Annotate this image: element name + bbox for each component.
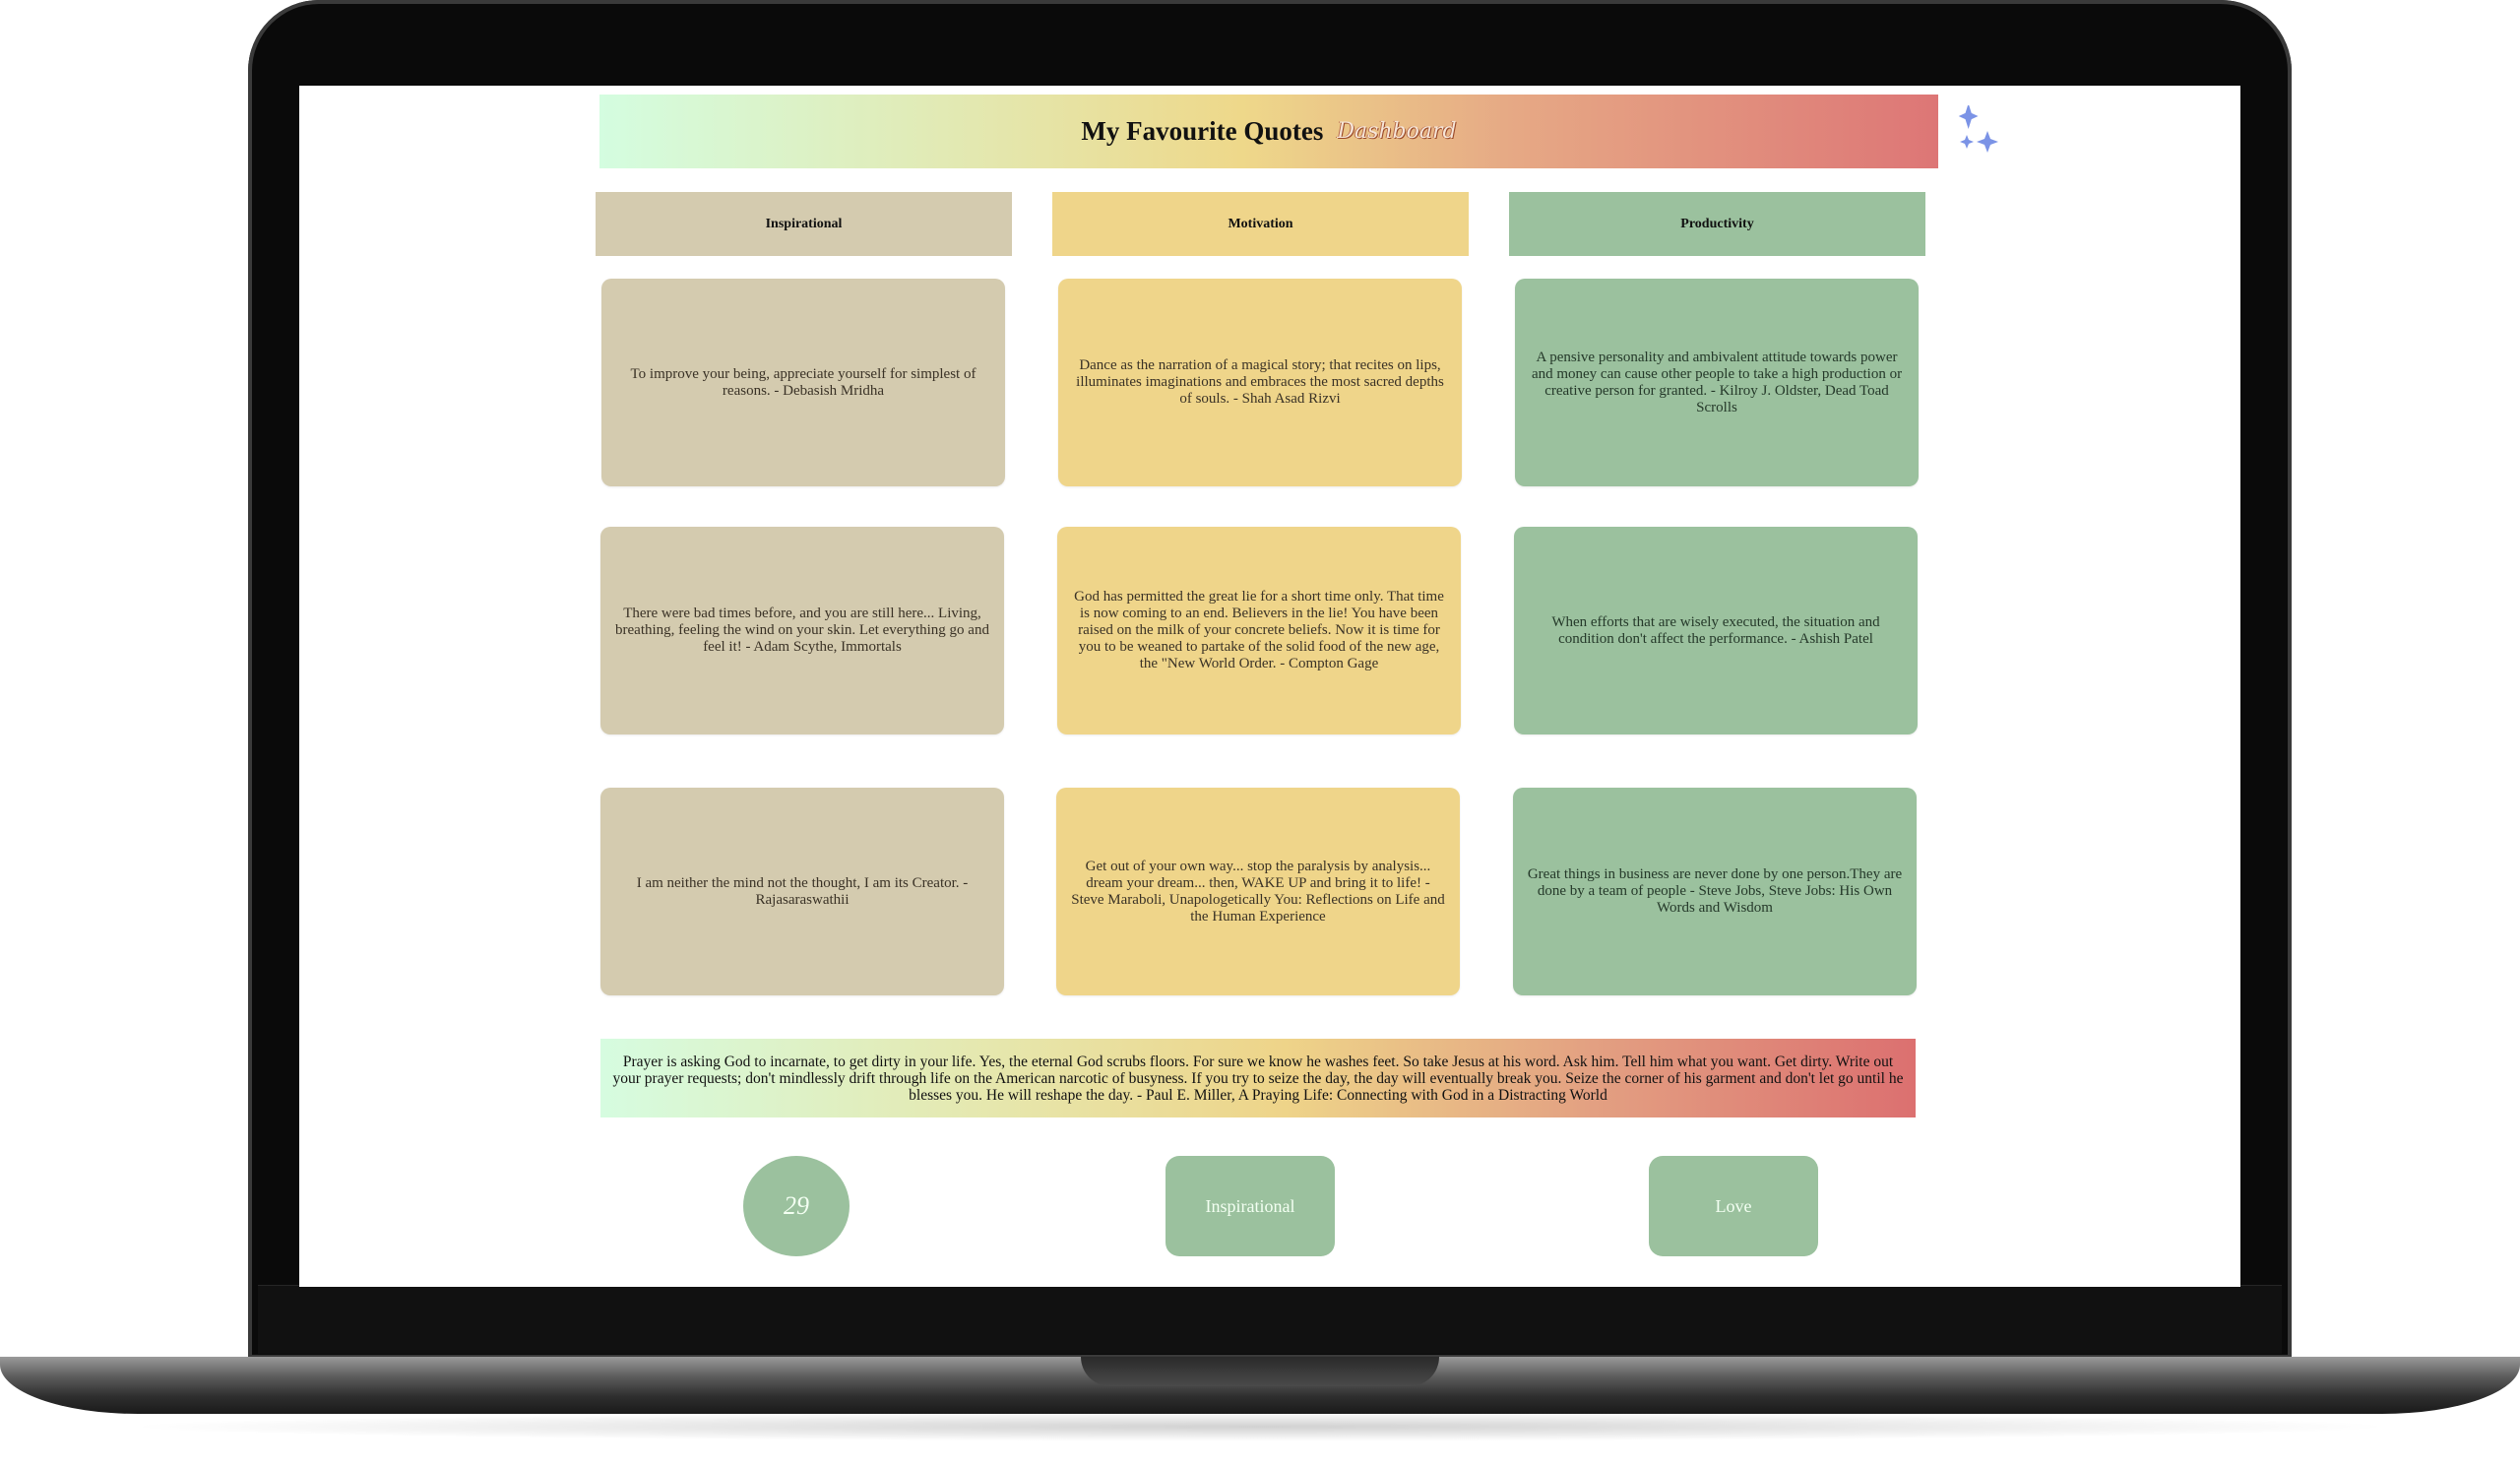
quote-card[interactable]: There were bad times before, and you are… <box>600 527 1004 734</box>
featured-quote: Prayer is asking God to incarnate, to ge… <box>600 1039 1916 1117</box>
page-header: My Favourite Quotes Dashboard <box>599 95 1938 168</box>
sparkle-icon[interactable] <box>1958 103 2001 155</box>
quote-card[interactable]: Dance as the narration of a magical stor… <box>1058 279 1462 486</box>
tag-button-love[interactable]: Love <box>1649 1156 1818 1256</box>
tag-button-inspirational[interactable]: Inspirational <box>1166 1156 1335 1256</box>
quote-card[interactable]: When efforts that are wisely executed, t… <box>1514 527 1918 734</box>
category-header-motivation[interactable]: Motivation <box>1052 192 1469 256</box>
quote-card[interactable]: To improve your being, appreciate yourse… <box>601 279 1005 486</box>
dashboard-screen: My Favourite Quotes Dashboard Inspiratio… <box>299 86 2240 1287</box>
quote-card[interactable]: I am neither the mind not the thought, I… <box>600 788 1004 995</box>
quote-card[interactable]: Great things in business are never done … <box>1513 788 1917 995</box>
page-subtitle: Dashboard <box>1337 119 1457 144</box>
quote-count-badge[interactable]: 29 <box>743 1156 850 1256</box>
quote-card[interactable]: God has permitted the great lie for a sh… <box>1057 527 1461 734</box>
laptop-bezel <box>258 1285 2282 1354</box>
category-header-productivity[interactable]: Productivity <box>1509 192 1925 256</box>
category-header-inspirational[interactable]: Inspirational <box>596 192 1012 256</box>
laptop-shadow <box>118 1412 2402 1441</box>
laptop-notch <box>1081 1357 1439 1386</box>
page-title: My Favourite Quotes <box>1081 116 1324 146</box>
quote-card[interactable]: A pensive personality and ambivalent att… <box>1515 279 1919 486</box>
quote-card[interactable]: Get out of your own way... stop the para… <box>1056 788 1460 995</box>
